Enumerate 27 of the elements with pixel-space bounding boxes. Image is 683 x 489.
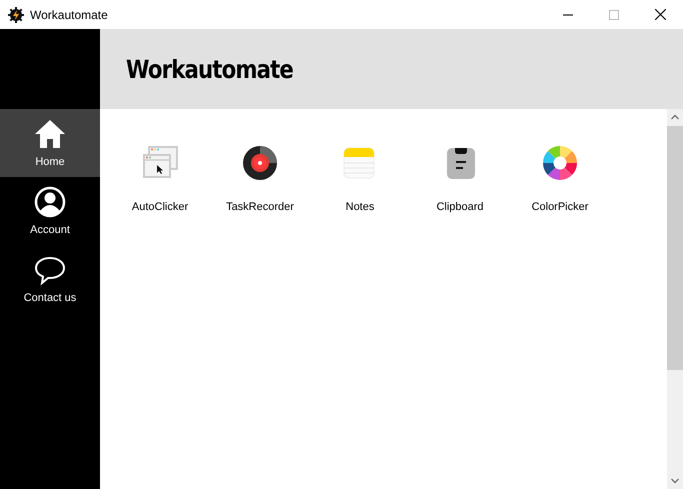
gear-bolt-icon xyxy=(8,6,24,22)
record-disc-icon xyxy=(242,145,278,181)
app-tile[interactable]: Clipboard xyxy=(410,145,510,213)
chat-icon xyxy=(34,254,66,286)
sidebar-item[interactable]: Home xyxy=(0,109,100,177)
app-tile[interactable]: TaskRecorder xyxy=(210,145,310,213)
sidebar-label: Contact us xyxy=(24,292,76,304)
app-title: Workautomate xyxy=(126,54,293,84)
windows-icon xyxy=(142,145,178,181)
window-title: Workautomate xyxy=(30,8,109,22)
app-label: ColorPicker xyxy=(532,201,588,213)
app-label: Notes xyxy=(346,201,374,213)
app-tile[interactable]: AutoClicker xyxy=(110,145,210,213)
home-icon xyxy=(34,118,66,150)
close-icon xyxy=(654,9,666,20)
maximize-icon xyxy=(609,10,619,20)
app-label: Clipboard xyxy=(436,201,484,213)
sidebar-label: Account xyxy=(30,224,70,236)
account-icon xyxy=(34,186,66,218)
app-tile[interactable]: ColorPicker xyxy=(510,145,610,213)
scroll-thumb[interactable] xyxy=(667,126,683,370)
app-tile[interactable]: Notes xyxy=(310,145,410,213)
scrollbar[interactable] xyxy=(667,109,683,489)
sidebar-label: Home xyxy=(35,156,65,168)
app-label: AutoClicker xyxy=(132,201,188,213)
color-wheel-icon xyxy=(542,145,578,181)
app-label: TaskRecorder xyxy=(226,201,294,213)
